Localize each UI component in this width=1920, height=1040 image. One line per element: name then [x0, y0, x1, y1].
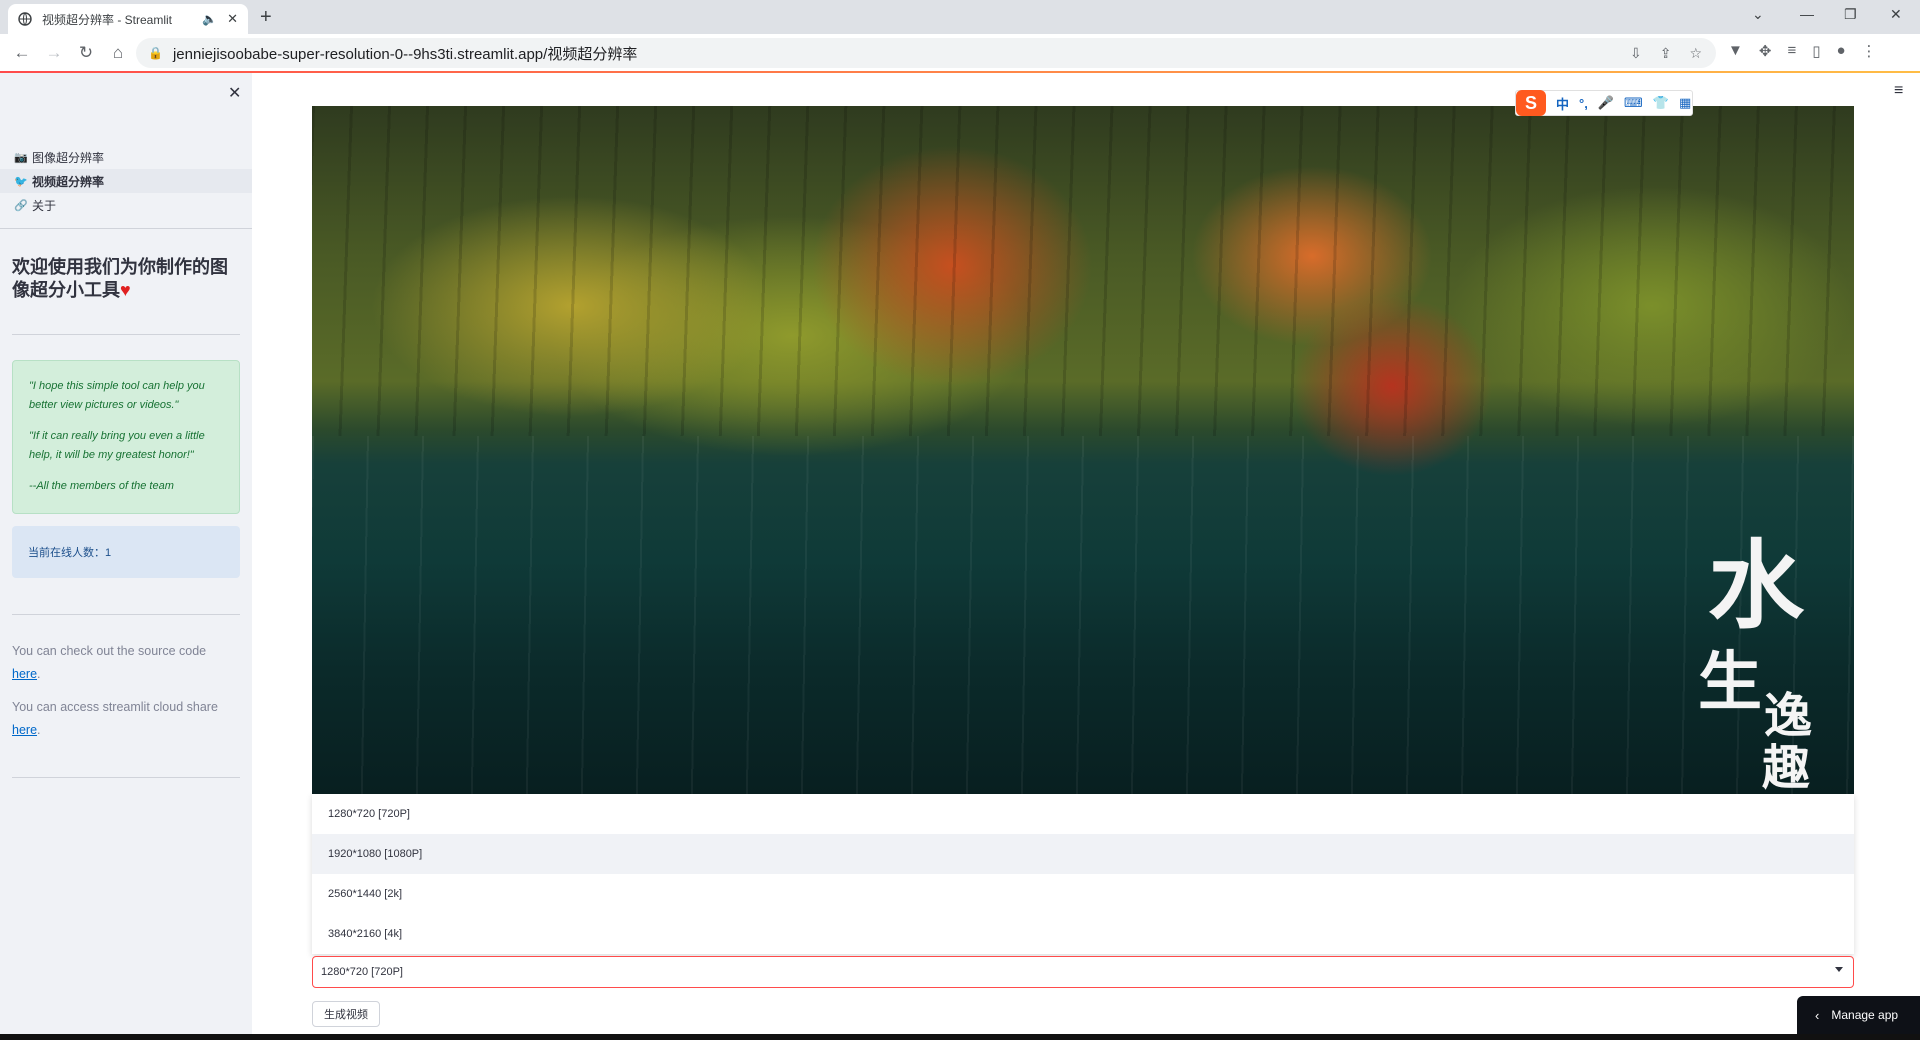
- nav-divider: [0, 228, 252, 229]
- share-icon[interactable]: ⇪: [1660, 45, 1672, 62]
- calligraphy-char: 逸: [1764, 688, 1812, 744]
- select-value: 1280*720 [720P]: [321, 966, 403, 978]
- online-count-box: 当前在线人数：1: [12, 526, 240, 578]
- sidebar-item-label: 视频超分辨率: [32, 174, 105, 189]
- taskbar-strip: [0, 1034, 1920, 1040]
- chevron-left-icon: ‹: [1815, 1007, 1820, 1023]
- bookmark-star-icon[interactable]: ☆: [1689, 45, 1702, 62]
- back-icon[interactable]: ←: [6, 43, 38, 63]
- sidebar-item-label: 关于: [32, 198, 57, 213]
- browser-tab-bar: 视频超分辨率 - Streamlit 🔈 ✕ + ⌄ — ❐ ✕: [0, 0, 1920, 34]
- chrome-menu-icon[interactable]: ⋮: [1862, 42, 1877, 60]
- browser-tab[interactable]: 视频超分辨率 - Streamlit 🔈 ✕: [8, 4, 248, 34]
- extension-v-icon[interactable]: ▼: [1728, 42, 1743, 60]
- restore-icon[interactable]: ❐: [1844, 6, 1857, 23]
- address-bar[interactable]: 🔒 jenniejisoobabe-super-resolution-0--9h…: [136, 38, 1716, 68]
- profile-avatar-icon[interactable]: ●: [1836, 42, 1845, 60]
- dropdown-option[interactable]: 1280*720 [720P]: [312, 794, 1854, 834]
- side-panel-icon[interactable]: ▯: [1812, 42, 1820, 60]
- dropdown-option[interactable]: 3840*2160 [4k]: [312, 914, 1854, 954]
- calligraphy-overlay: 水 生 逸 趣: [1698, 529, 1812, 794]
- sidebar: ✕ 📷 图像超分辨率 🐦 视频超分辨率 🔗 关于 欢迎使用我们为你制作的图像超分…: [0, 73, 252, 1040]
- source-code-link[interactable]: here: [12, 667, 37, 681]
- quote-line: "If it can really bring you even a littl…: [29, 430, 205, 461]
- resolution-dropdown-menu: 1280*720 [720P] 1920*1080 [1080P] 2560*1…: [312, 794, 1854, 954]
- minimize-icon[interactable]: —: [1800, 6, 1814, 22]
- ime-chinese-icon[interactable]: 中: [1556, 94, 1569, 113]
- sidebar-nav: 📷 图像超分辨率 🐦 视频超分辨率 🔗 关于: [0, 145, 252, 217]
- camera-icon: 📷: [14, 151, 28, 164]
- source-code-label: You can check out the source code: [12, 644, 207, 658]
- calligraphy-char: 趣: [1762, 740, 1810, 794]
- browser-toolbar: ← → ↻ ⌂ 🔒 jenniejisoobabe-super-resoluti…: [0, 34, 1920, 72]
- manage-app-button[interactable]: ‹ Manage app: [1797, 996, 1920, 1034]
- ime-keyboard-icon[interactable]: ⌨: [1624, 95, 1643, 111]
- sidebar-close-icon[interactable]: ✕: [228, 83, 241, 103]
- sidebar-item-image-sr[interactable]: 📷 图像超分辨率: [0, 145, 252, 169]
- media-control-icon[interactable]: ≡: [1787, 42, 1796, 60]
- url-text: jenniejisoobabe-super-resolution-0--9hs3…: [172, 45, 638, 63]
- sidebar-item-about[interactable]: 🔗 关于: [0, 193, 252, 217]
- dropdown-option[interactable]: 2560*1440 [2k]: [312, 874, 1854, 914]
- ime-mic-icon[interactable]: 🎤: [1598, 95, 1614, 111]
- quote-box: "I hope this simple tool can help you be…: [12, 360, 240, 514]
- share-label: You can access streamlit cloud share: [12, 700, 218, 714]
- share-text: You can access streamlit cloud share her…: [12, 696, 244, 742]
- home-icon[interactable]: ⌂: [102, 43, 134, 63]
- ime-grid-icon[interactable]: ▦: [1679, 95, 1691, 111]
- lock-icon[interactable]: 🔒: [148, 46, 163, 60]
- period: .: [37, 667, 41, 681]
- tab-search-chevron-icon[interactable]: ⌄: [1752, 6, 1764, 23]
- chevron-down-icon[interactable]: [1835, 967, 1843, 972]
- forest-texture: [312, 106, 1854, 437]
- share-link[interactable]: here: [12, 723, 37, 737]
- reload-icon[interactable]: ↻: [70, 43, 102, 63]
- divider: [12, 614, 240, 615]
- heart-icon: ♥: [120, 280, 131, 300]
- speaker-icon[interactable]: 🔈: [202, 12, 217, 26]
- water-texture: [312, 436, 1854, 794]
- forward-icon[interactable]: →: [38, 43, 70, 63]
- dropdown-option[interactable]: 1920*1080 [1080P]: [312, 834, 1854, 874]
- source-code-text: You can check out the source code here.: [12, 640, 244, 686]
- quote-author: --All the members of the team: [29, 480, 174, 492]
- online-count-text: 当前在线人数：1: [28, 547, 112, 559]
- sidebar-item-video-sr[interactable]: 🐦 视频超分辨率: [0, 169, 252, 193]
- generate-video-button[interactable]: 生成视频: [312, 1001, 380, 1027]
- welcome-heading: 欢迎使用我们为你制作的图像超分小工具♥: [12, 256, 242, 302]
- extensions-puzzle-icon[interactable]: ✥: [1759, 42, 1772, 60]
- tab-title: 视频超分辨率 - Streamlit: [42, 12, 173, 27]
- ime-punct-icon[interactable]: °,: [1579, 96, 1588, 111]
- divider: [12, 334, 240, 335]
- new-tab-icon[interactable]: +: [260, 6, 272, 29]
- window-close-icon[interactable]: ✕: [1890, 6, 1902, 23]
- globe-icon: [18, 12, 32, 26]
- divider: [12, 777, 240, 778]
- period: .: [37, 723, 41, 737]
- video-player[interactable]: 水 生 逸 趣: [312, 106, 1854, 794]
- sogou-logo-icon[interactable]: S: [1516, 90, 1546, 116]
- quote-line: "I hope this simple tool can help you be…: [29, 380, 205, 411]
- calligraphy-char: 水: [1708, 529, 1805, 642]
- manage-app-label: Manage app: [1831, 1008, 1899, 1022]
- hamburger-menu-icon[interactable]: ≡: [1894, 82, 1903, 100]
- link-icon: 🔗: [14, 199, 28, 212]
- install-icon[interactable]: ⇩: [1630, 45, 1642, 62]
- calligraphy-char: 生: [1698, 645, 1762, 720]
- ime-skin-icon[interactable]: 👕: [1653, 95, 1669, 111]
- resolution-select[interactable]: 1280*720 [720P]: [312, 956, 1854, 988]
- sidebar-item-label: 图像超分辨率: [32, 150, 105, 165]
- close-tab-icon[interactable]: ✕: [227, 11, 238, 27]
- streamlit-header-decoration: [0, 71, 1920, 73]
- ime-toolbar[interactable]: S 中 °, 🎤 ⌨ 👕 ▦: [1515, 90, 1693, 116]
- bird-icon: 🐦: [14, 175, 28, 188]
